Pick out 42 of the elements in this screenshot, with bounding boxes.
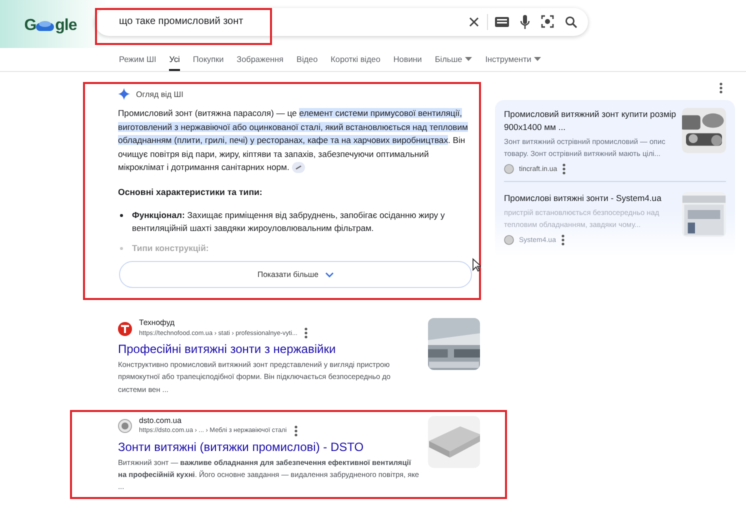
result-link[interactable]: Зонти витяжні (витяжки промислові) - DSTO [118,440,420,454]
result-link[interactable]: Професійні витяжні зонти з нержавійки [118,342,420,356]
doodle-icon [35,18,56,32]
tab[interactable]: Короткі відео [330,49,380,71]
clear-icon[interactable] [468,16,480,28]
source-title[interactable]: Промисловий витяжний зонт купити розмір 900x1400 мм ... [504,108,678,134]
site-icon [504,164,514,174]
tab[interactable]: Новини [393,49,422,71]
more-icon[interactable] [560,234,565,246]
search-bar[interactable]: що таке промисловий зонт [95,8,588,36]
bullet-text: Типи конструкцій: [132,242,209,255]
logo-text[interactable]: gle [55,16,77,34]
tab[interactable]: Покупки [192,49,224,71]
search-input[interactable]: що таке промисловий зонт [95,15,468,28]
search-icon[interactable] [565,16,577,28]
site-icon [504,235,514,245]
cursor-icon [472,258,481,272]
tab[interactable]: Більше [434,49,472,71]
logo-text[interactable]: G [24,16,36,34]
tab[interactable]: Інструменти [485,49,542,71]
chevron-down-icon [324,272,334,278]
link-icon[interactable] [292,162,306,174]
overview-title: Огляд від ШІ [136,90,184,98]
overview-paragraph: Промисловий зонт (витяжна парасоля) — це елемент системи примусової вентиляції, виготовлений з нержавіючої або оцинкованої сталі, який встановлюється над тепловим обладнанням (плити, грилі, печі) у ресторанах, кафе та на харчових виробництвах. Він очищує повітря від пари, жиру, кіптяви та запахів, забезпечуючи оптимальний мікроклімат і дотримання санітарних норм. [118,107,469,174]
bullet-dot [120,214,123,216]
tab[interactable]: Зображення [236,49,284,71]
site-icon [118,322,132,336]
more-icon[interactable] [719,82,723,94]
tab[interactable]: Режим ШІ [119,49,156,71]
overview-heading: Основні характеристики та типи: [118,186,264,196]
site-icon [118,419,132,434]
sparkle-icon [118,88,130,100]
more-icon[interactable] [304,327,308,339]
camera-icon[interactable] [541,15,554,28]
bullet-text: Функціонал: Захищає приміщення від забруднень, запобігає осіданню жиру у вентиляційній шахті завдяки жироуловлювальним фільтрам. [132,208,446,235]
bullet-dot [120,246,123,250]
tab[interactable]: Відео [296,49,318,71]
keyboard-icon[interactable] [495,16,509,26]
more-icon[interactable] [294,424,298,437]
microphone-icon[interactable] [520,14,530,28]
source-title[interactable]: Промислові витяжні зонти - System4.ua [504,192,678,205]
more-icon[interactable] [562,163,566,175]
